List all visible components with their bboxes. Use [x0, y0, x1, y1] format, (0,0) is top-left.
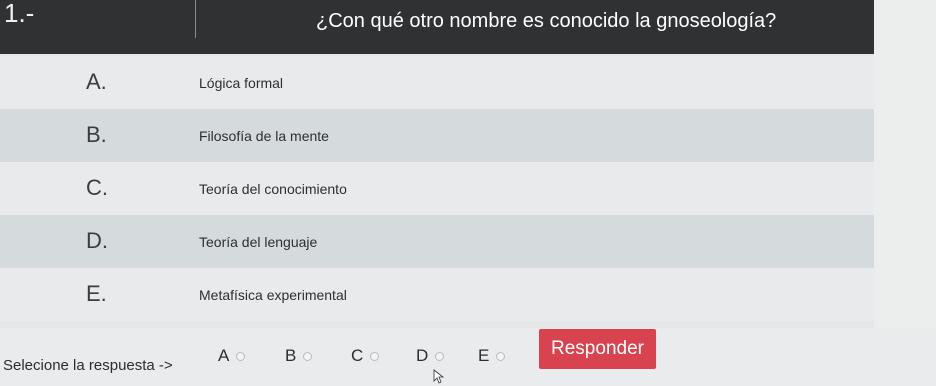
option-letter: C.	[86, 175, 108, 200]
header-divider	[195, 0, 196, 38]
option-text: Filosofía de la mente	[199, 128, 329, 144]
radio-circle-icon[interactable]	[370, 351, 380, 361]
option-text: Teoría del lenguaje	[199, 234, 318, 250]
radio-circle-icon[interactable]	[435, 351, 445, 361]
options-list: A. Lógica formal B. Filosofía de la ment…	[0, 56, 874, 321]
answer-radio-d[interactable]: D	[416, 342, 445, 370]
submit-answer-button[interactable]: Responder	[539, 329, 656, 369]
option-text: Lógica formal	[199, 75, 284, 91]
radio-label: C	[351, 346, 364, 365]
radio-label: B	[285, 346, 297, 365]
option-text: Teoría del conocimiento	[199, 181, 347, 197]
answer-radio-a[interactable]: A	[218, 342, 246, 370]
option-a[interactable]: A. Lógica formal	[0, 56, 874, 109]
option-letter: A.	[86, 69, 107, 94]
option-letter: D.	[86, 228, 108, 253]
radio-label: D	[416, 346, 429, 365]
option-letter: E.	[86, 281, 107, 306]
option-letter: B.	[86, 122, 107, 147]
question-text: ¿Con qué otro nombre es conocido la gnos…	[316, 10, 777, 32]
question-number: 1.-	[4, 0, 35, 28]
radio-label: A	[218, 346, 230, 365]
radio-circle-icon[interactable]	[236, 351, 246, 361]
answer-prompt: Selecione la respuesta ->	[3, 357, 173, 374]
answer-radio-b[interactable]: B	[285, 342, 313, 370]
option-e[interactable]: E. Metafísica experimental	[0, 268, 874, 321]
option-d[interactable]: D. Teoría del lenguaje	[0, 215, 874, 268]
option-text: Metafísica experimental	[199, 287, 347, 303]
mouse-cursor-icon	[433, 369, 445, 384]
option-c[interactable]: C. Teoría del conocimiento	[0, 162, 874, 215]
answer-radio-e[interactable]: E	[478, 342, 506, 370]
radio-label: E	[478, 346, 490, 365]
radio-circle-icon[interactable]	[303, 351, 313, 361]
option-b[interactable]: B. Filosofía de la mente	[0, 109, 874, 162]
question-header: 1.- ¿Con qué otro nombre es conocido la …	[0, 0, 874, 54]
answer-bar: Selecione la respuesta -> A B C D E Resp…	[0, 328, 936, 386]
radio-circle-icon[interactable]	[496, 351, 506, 361]
answer-radio-c[interactable]: C	[351, 342, 380, 370]
